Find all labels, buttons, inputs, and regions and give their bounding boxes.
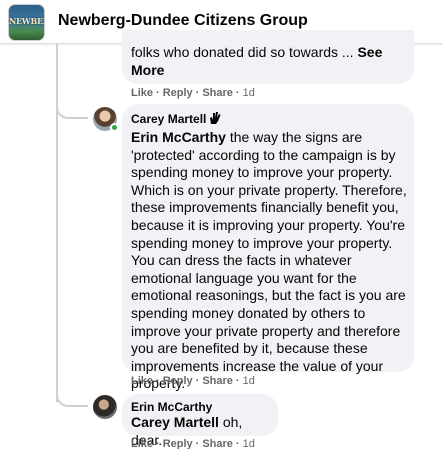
share-link[interactable]: Share (202, 375, 233, 387)
thread-line (56, 44, 58, 112)
reply-link[interactable]: Reply (163, 375, 193, 387)
group-title[interactable]: Newberg-Dundee Citizens Group (58, 12, 308, 30)
timestamp[interactable]: 1d (243, 438, 255, 449)
separator: · (156, 87, 160, 99)
mention-link[interactable]: Carey Martell (131, 414, 219, 430)
comment-actions: Like · Reply · Share · 1d (131, 375, 255, 387)
separator: · (195, 87, 200, 99)
separator: · (156, 375, 160, 387)
separator: · (195, 375, 200, 387)
online-status-indicator (110, 123, 119, 132)
like-link[interactable]: Like (131, 375, 153, 387)
comment-actions: Like · Reply · Share · 1d (131, 438, 255, 449)
comment-text: folks who donated did so towards ... See… (131, 44, 411, 79)
comment-text-truncated: folks who donated did so towards ... (131, 44, 354, 60)
like-link[interactable]: Like (131, 438, 153, 449)
separator: · (195, 438, 200, 449)
comment-author[interactable]: Carey Martell (131, 112, 206, 126)
separator: · (235, 87, 240, 99)
timestamp[interactable]: 1d (243, 87, 255, 99)
comment-body: Erin McCarthy the way the signs are 'pro… (131, 129, 411, 393)
thumbnail-text: NEWBERG (9, 16, 44, 26)
share-link[interactable]: Share (202, 87, 233, 99)
thread-connector (56, 393, 88, 407)
hand-wave-icon (207, 111, 223, 127)
separator: · (156, 438, 160, 449)
reply-link[interactable]: Reply (163, 438, 193, 449)
like-link[interactable]: Like (131, 87, 153, 99)
thread-connector (56, 105, 88, 119)
avatar[interactable] (93, 395, 117, 419)
group-thumbnail[interactable]: NEWBERG (8, 4, 45, 41)
thread-line (56, 112, 58, 402)
share-link[interactable]: Share (202, 438, 233, 449)
comment-actions: Like · Reply · Share · 1d (131, 87, 255, 99)
separator: · (235, 438, 240, 449)
reply-link[interactable]: Reply (163, 87, 193, 99)
comment-text: the way the signs are 'protected' accord… (131, 129, 407, 392)
mention-link[interactable]: Erin McCarthy (131, 129, 226, 145)
separator: · (235, 375, 240, 387)
timestamp[interactable]: 1d (243, 375, 255, 387)
comment-author[interactable]: Erin McCarthy (131, 400, 212, 414)
